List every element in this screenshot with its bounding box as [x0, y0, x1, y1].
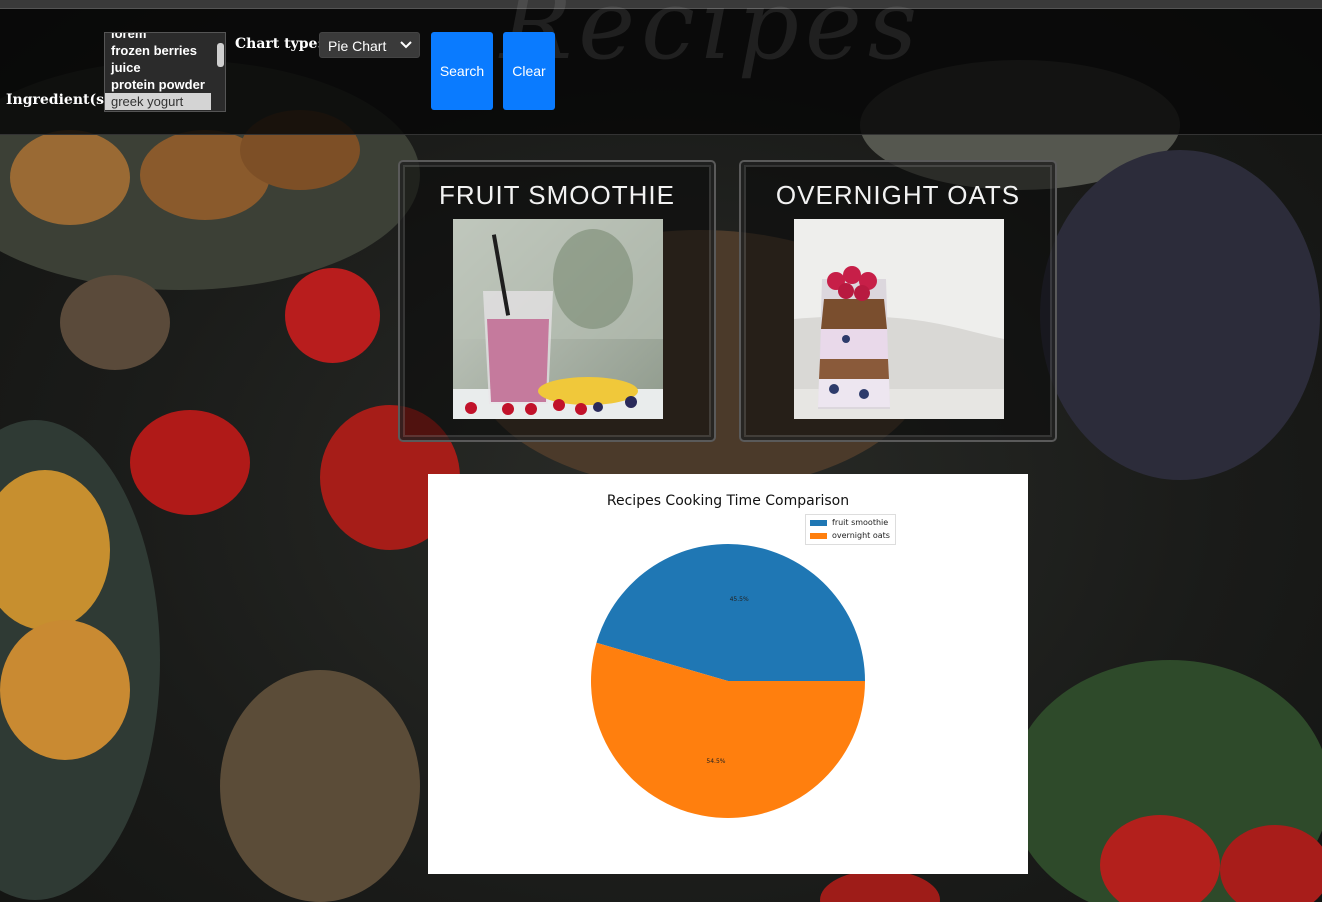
legend-entry: fruit smoothie: [810, 517, 888, 528]
clear-button[interactable]: Clear: [503, 32, 555, 110]
ingredients-multiselect[interactable]: lorem frozen berries juice protein powde…: [104, 32, 226, 112]
ingredient-option[interactable]: frozen berries: [105, 42, 225, 59]
legend-swatch: [810, 532, 827, 539]
ingredient-option[interactable]: protein powder: [105, 76, 225, 93]
chart-legend: fruit smoothie overnight oats: [805, 514, 896, 545]
chevron-down-icon: [400, 41, 412, 49]
chart-type-select[interactable]: Pie Chart: [319, 32, 420, 58]
legend-swatch: [810, 519, 827, 526]
overnight-oats-photo: [794, 219, 1004, 419]
slice-percent-label: 45.5%: [729, 595, 749, 603]
search-button[interactable]: Search: [431, 32, 493, 110]
fruit-smoothie-photo: [453, 219, 663, 419]
ingredient-option[interactable]: lorem: [105, 33, 225, 42]
ingredients-label: Ingredient(s):: [6, 92, 116, 108]
recipe-title: FRUIT SMOOTHIE: [439, 180, 675, 210]
recipes-watermark-logo: Recipes: [500, 0, 924, 81]
pie-chart-svg: [591, 544, 865, 819]
ingredients-scrollbar[interactable]: [217, 43, 224, 67]
legend-label: overnight oats: [832, 531, 890, 540]
recipe-card-fruit-smoothie[interactable]: FRUIT SMOOTHIE: [398, 160, 716, 442]
ingredient-option[interactable]: juice: [105, 59, 225, 76]
slice-percent-label: 54.5%: [706, 758, 726, 766]
recipe-card-overnight-oats[interactable]: OVERNIGHT OATS: [739, 160, 1057, 442]
legend-label: fruit smoothie: [832, 518, 889, 527]
cooking-time-pie-chart: Recipes Cooking Time Comparison fruit sm…: [428, 474, 1028, 874]
chart-type-value: Pie Chart: [328, 38, 387, 54]
ingredient-option-selected[interactable]: greek yogurt: [105, 93, 211, 110]
chart-type-label: Chart type:: [235, 36, 323, 52]
recipe-title: OVERNIGHT OATS: [775, 180, 1021, 210]
legend-entry: overnight oats: [810, 530, 890, 541]
